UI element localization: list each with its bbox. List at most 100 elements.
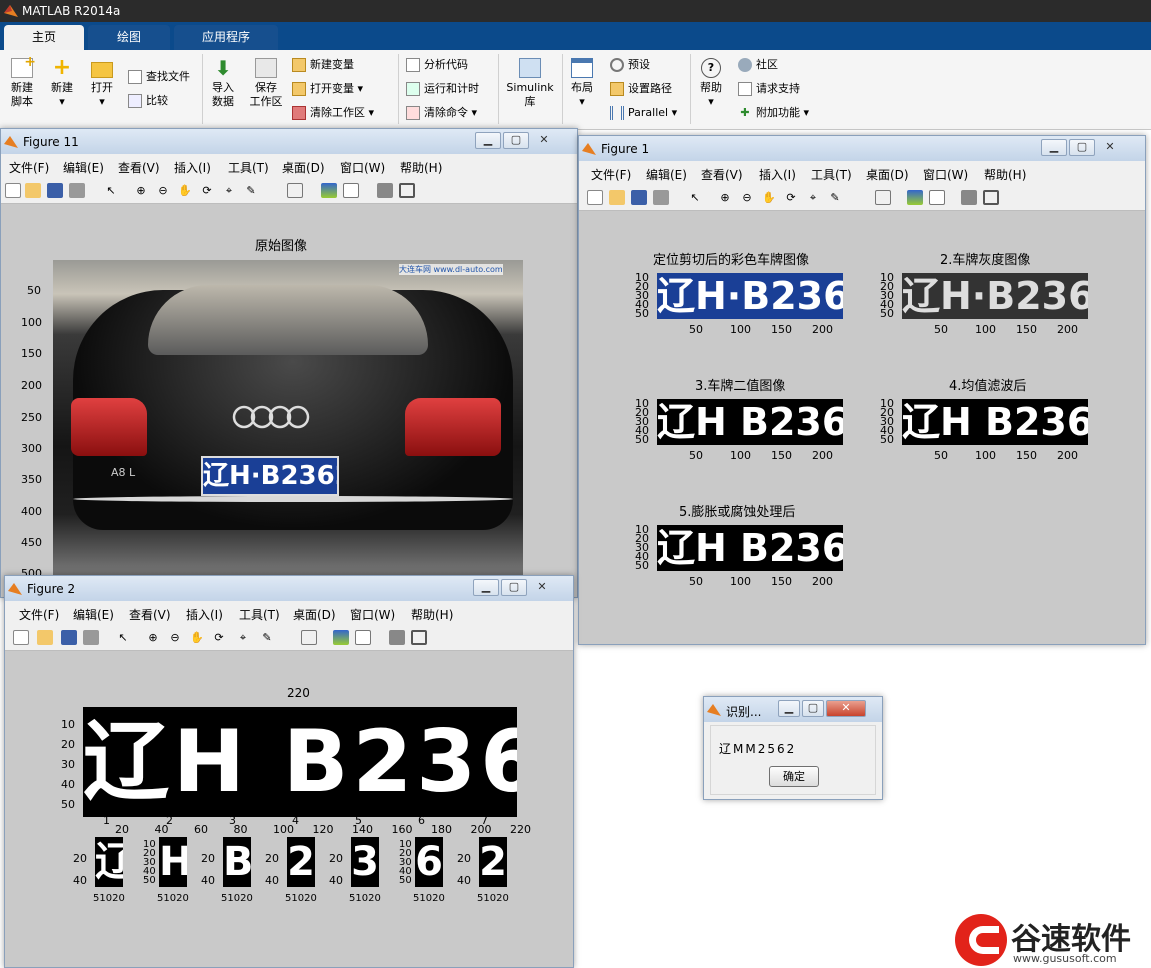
maximize-button[interactable]: ▢ (802, 700, 824, 717)
menu-insert[interactable]: 插入(I) (174, 159, 211, 176)
open-button[interactable]: 打开 ▾ (84, 58, 120, 109)
import-data-button[interactable]: ⬇ 导入 数据 (206, 58, 240, 109)
new-variable-button[interactable]: 新建变量 (292, 56, 354, 74)
menu-tools[interactable]: 工具(T) (228, 159, 269, 176)
simulink-library-button[interactable]: Simulink 库 (504, 58, 556, 109)
open-file-icon[interactable] (25, 183, 41, 198)
figure-2-window[interactable]: Figure 2 ▁ ▢ ✕ 文件(F) 编辑(E) 查看(V) 插入(I) 工具(… (4, 575, 574, 968)
zoom-out-icon[interactable]: ⊖ (155, 183, 171, 198)
figure-1-titlebar[interactable]: Figure 1 ▁ ▢ ✕ (579, 136, 1145, 161)
colorbar-icon[interactable] (907, 190, 923, 205)
brush-icon[interactable]: ✎ (259, 630, 275, 645)
run-and-time-button[interactable]: 运行和计时 (406, 80, 479, 98)
print-icon[interactable] (69, 183, 85, 198)
menu-window[interactable]: 窗口(W) (350, 606, 395, 623)
save-icon[interactable] (47, 183, 63, 198)
pan-icon[interactable]: ✋ (177, 183, 193, 198)
menu-help[interactable]: 帮助(H) (984, 166, 1026, 183)
menu-help[interactable]: 帮助(H) (411, 606, 453, 623)
zoom-out-icon[interactable]: ⊖ (167, 630, 183, 645)
menu-insert[interactable]: 插入(I) (759, 166, 796, 183)
menu-help[interactable]: 帮助(H) (400, 159, 442, 176)
add-ons-button[interactable]: ✚ 附加功能 ▾ (738, 104, 809, 122)
menu-window[interactable]: 窗口(W) (923, 166, 968, 183)
new-figure-icon[interactable] (587, 190, 603, 205)
data-cursor-icon[interactable]: ⌖ (805, 190, 821, 205)
zoom-in-icon[interactable]: ⊕ (145, 630, 161, 645)
figure-1-window[interactable]: Figure 1 ▁ ▢ ✕ 文件(F) 编辑(E) 查看(V) 插入(I) 工具(… (578, 135, 1146, 645)
menu-edit[interactable]: 编辑(E) (63, 159, 104, 176)
brush-icon[interactable]: ✎ (243, 183, 259, 198)
link-plot-icon[interactable] (287, 183, 303, 198)
set-path-button[interactable]: 设置路径 (610, 80, 672, 98)
pointer-icon[interactable]: ↖ (687, 190, 703, 205)
clear-workspace-button[interactable]: 清除工作区 ▾ (292, 104, 374, 122)
menu-tools[interactable]: 工具(T) (239, 606, 280, 623)
pointer-icon[interactable]: ↖ (115, 630, 131, 645)
rotate-icon[interactable]: ⟳ (783, 190, 799, 205)
colorbar-icon[interactable] (321, 183, 337, 198)
menu-tools[interactable]: 工具(T) (811, 166, 852, 183)
community-button[interactable]: 社区 (738, 56, 778, 74)
tab-plots[interactable]: 绘图 (88, 25, 170, 50)
menu-view[interactable]: 查看(V) (118, 159, 160, 176)
rotate-icon[interactable]: ⟳ (211, 630, 227, 645)
minimize-button[interactable]: ▁ (473, 579, 499, 596)
minimize-button[interactable]: ▁ (475, 132, 501, 149)
menu-view[interactable]: 查看(V) (701, 166, 743, 183)
show-plot-tools-icon[interactable] (411, 630, 427, 645)
menu-window[interactable]: 窗口(W) (340, 159, 385, 176)
maximize-button[interactable]: ▢ (503, 132, 529, 149)
tab-home[interactable]: 主页 (4, 25, 84, 50)
analyze-code-button[interactable]: 分析代码 (406, 56, 468, 74)
show-plot-tools-icon[interactable] (399, 183, 415, 198)
close-button[interactable]: ✕ (531, 133, 557, 150)
menu-edit[interactable]: 编辑(E) (646, 166, 687, 183)
legend-icon[interactable] (355, 630, 371, 645)
print-icon[interactable] (83, 630, 99, 645)
menu-edit[interactable]: 编辑(E) (73, 606, 114, 623)
zoom-in-icon[interactable]: ⊕ (717, 190, 733, 205)
legend-icon[interactable] (929, 190, 945, 205)
menu-file[interactable]: 文件(F) (19, 606, 59, 623)
close-button[interactable]: ✕ (529, 580, 555, 597)
compare-button[interactable]: 比较 (128, 92, 168, 110)
new-script-button[interactable]: + 新建 脚本 (4, 55, 40, 109)
save-icon[interactable] (61, 630, 77, 645)
show-plot-tools-icon[interactable] (983, 190, 999, 205)
colorbar-icon[interactable] (333, 630, 349, 645)
maximize-button[interactable]: ▢ (1069, 139, 1095, 156)
data-cursor-icon[interactable]: ⌖ (221, 183, 237, 198)
save-workspace-button[interactable]: 保存 工作区 (246, 58, 286, 109)
hide-plot-tools-icon[interactable] (389, 630, 405, 645)
open-file-icon[interactable] (609, 190, 625, 205)
open-variable-button[interactable]: 打开变量 ▾ (292, 80, 363, 98)
menu-file[interactable]: 文件(F) (591, 166, 631, 183)
menu-file[interactable]: 文件(F) (9, 159, 49, 176)
menu-desktop[interactable]: 桌面(D) (866, 166, 909, 183)
parallel-button[interactable]: Parallel ▾ (610, 104, 677, 122)
pan-icon[interactable]: ✋ (189, 630, 205, 645)
new-figure-icon[interactable] (5, 183, 21, 198)
recognition-dialog[interactable]: 识别... ▁ ▢ ✕ 辽MM2562 确定 (703, 696, 883, 800)
legend-icon[interactable] (343, 183, 359, 198)
new-button[interactable]: + 新建 ▾ (44, 57, 80, 109)
menu-desktop[interactable]: 桌面(D) (282, 159, 325, 176)
clear-commands-button[interactable]: 清除命令 ▾ (406, 104, 477, 122)
help-button[interactable]: ? 帮助 ▾ (696, 58, 726, 109)
menu-view[interactable]: 查看(V) (129, 606, 171, 623)
save-icon[interactable] (631, 190, 647, 205)
close-button[interactable]: ✕ (1097, 140, 1123, 157)
link-plot-icon[interactable] (301, 630, 317, 645)
menu-insert[interactable]: 插入(I) (186, 606, 223, 623)
pan-icon[interactable]: ✋ (761, 190, 777, 205)
dialog-titlebar[interactable]: 识别... ▁ ▢ ✕ (704, 697, 882, 722)
brush-icon[interactable]: ✎ (827, 190, 843, 205)
figure-11-window[interactable]: Figure 11 ▁ ▢ ✕ 文件(F) 编辑(E) 查看(V) 插入(I) 工具… (0, 128, 578, 599)
minimize-button[interactable]: ▁ (1041, 139, 1067, 156)
pointer-icon[interactable]: ↖ (103, 183, 119, 198)
layout-button[interactable]: 布局 ▾ (566, 58, 598, 109)
print-icon[interactable] (653, 190, 669, 205)
data-cursor-icon[interactable]: ⌖ (235, 630, 251, 645)
open-file-icon[interactable] (37, 630, 53, 645)
